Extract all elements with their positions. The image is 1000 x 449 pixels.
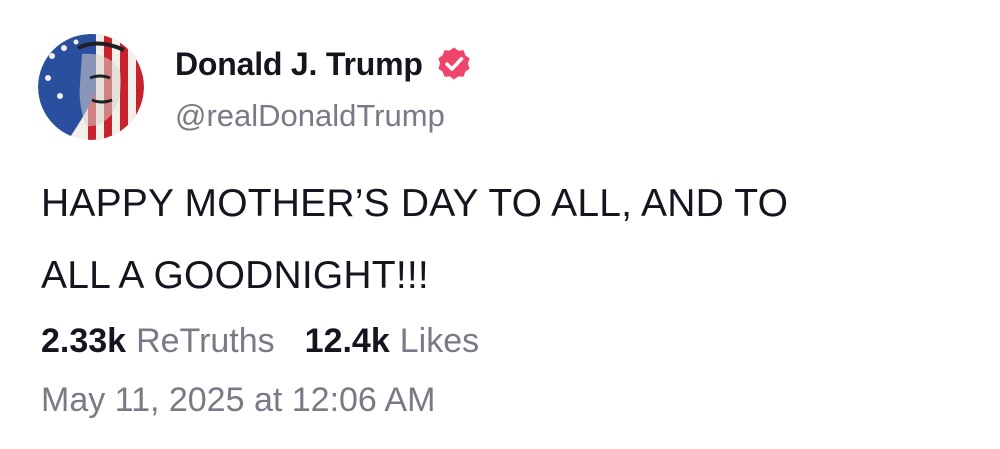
verified-badge-icon	[436, 46, 472, 82]
avatar-image	[38, 34, 144, 140]
likes-label: Likes	[399, 322, 480, 360]
post-text-line: HAPPY MOTHER’S DAY TO ALL, AND TO	[41, 182, 789, 225]
post-card: Donald J. Trump @realDonaldTrump HAPPY M…	[0, 0, 1000, 449]
post-text-line: ALL A GOODNIGHT!!!	[41, 254, 429, 297]
retruths-stat[interactable]: 2.33k ReTruths	[41, 322, 275, 361]
author-handle[interactable]: @realDonaldTrump	[175, 98, 445, 134]
author-name-row: Donald J. Trump	[175, 44, 472, 84]
likes-count: 12.4k	[304, 322, 390, 360]
retruths-label: ReTruths	[136, 322, 275, 360]
post-stats: 2.33k ReTruths 12.4k Likes	[41, 322, 479, 361]
post-text: HAPPY MOTHER’S DAY TO ALL, AND TO ALL A …	[41, 168, 941, 312]
author-display-name[interactable]: Donald J. Trump	[175, 46, 423, 83]
post-timestamp: May 11, 2025 at 12:06 AM	[41, 381, 436, 419]
retruths-count: 2.33k	[41, 322, 127, 360]
author-avatar[interactable]	[38, 34, 144, 140]
likes-stat[interactable]: 12.4k Likes	[305, 322, 479, 361]
